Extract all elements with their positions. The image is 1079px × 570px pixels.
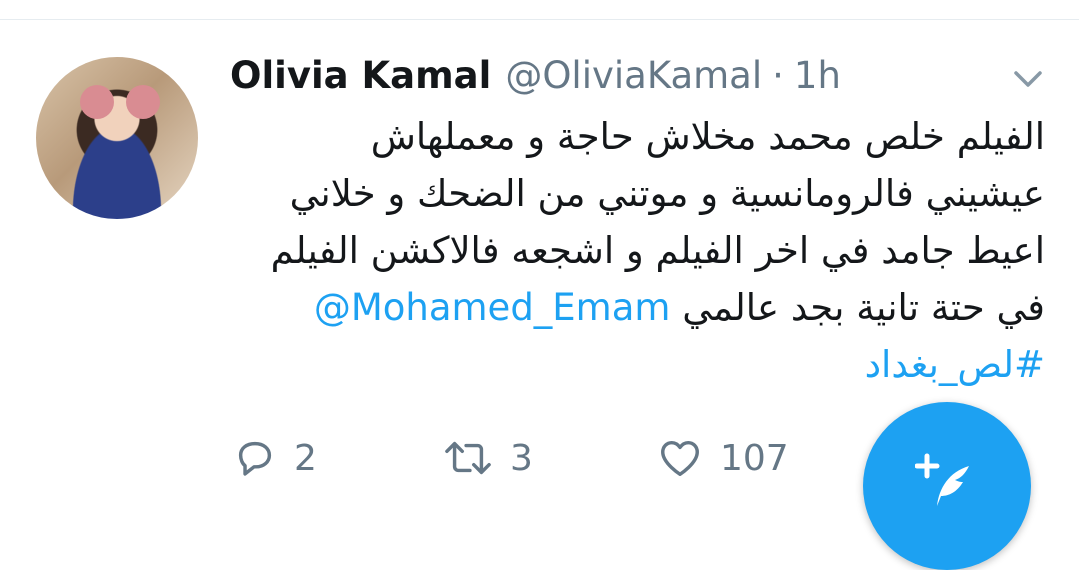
- mention-link[interactable]: @Mohamed_Emam: [314, 286, 671, 329]
- tweet-text-line-1: الفيلم خلص محمد مخلاش حاجة و معملهاش: [370, 115, 1045, 158]
- reply-count: 2: [294, 437, 317, 479]
- tweet-text: الفيلم خلص محمد مخلاش حاجة و معملهاش عيش…: [230, 108, 1045, 393]
- reply-button[interactable]: 2: [232, 428, 317, 488]
- tweet-header: Olivia Kamal @OliviaKamal · 1h: [230, 48, 841, 104]
- more-options-button[interactable]: [1010, 64, 1046, 94]
- avatar[interactable]: [36, 57, 198, 219]
- top-divider: [0, 19, 1079, 20]
- compose-tweet-button[interactable]: [863, 402, 1031, 570]
- chevron-down-icon: [1014, 71, 1042, 87]
- retweet-button[interactable]: 3: [442, 428, 533, 488]
- reply-icon: [238, 441, 272, 476]
- tweet-text-line-4: في حتة تانية بجد عالمي @Mohamed_Emam: [230, 279, 1045, 336]
- like-button[interactable]: 107: [656, 428, 789, 488]
- tweet-text-line-2: عيشيني فالرومانسية و موتني من الضحك و خل…: [289, 172, 1045, 215]
- avatar-filter-ear-right: [126, 85, 160, 119]
- hashtag-link[interactable]: #لص_بغداد: [230, 336, 1045, 393]
- heart-icon: [661, 440, 699, 477]
- author-name[interactable]: Olivia Kamal: [230, 48, 491, 104]
- separator-dot: ·: [772, 54, 784, 97]
- tweet-text-line-4-body: في حتة تانية بجد عالمي: [682, 286, 1045, 329]
- author-handle[interactable]: @OliviaKamal: [505, 48, 762, 104]
- compose-tweet-icon: [915, 453, 969, 506]
- retweet-count: 3: [510, 437, 533, 479]
- tweet-text-line-3: اعيط جامد في اخر الفيلم و اشجعه فالاكشن …: [270, 229, 1045, 272]
- tweet-timestamp[interactable]: 1h: [794, 48, 841, 104]
- avatar-filter-ear-left: [80, 85, 114, 119]
- like-count: 107: [720, 437, 789, 479]
- retweet-icon: [445, 441, 491, 475]
